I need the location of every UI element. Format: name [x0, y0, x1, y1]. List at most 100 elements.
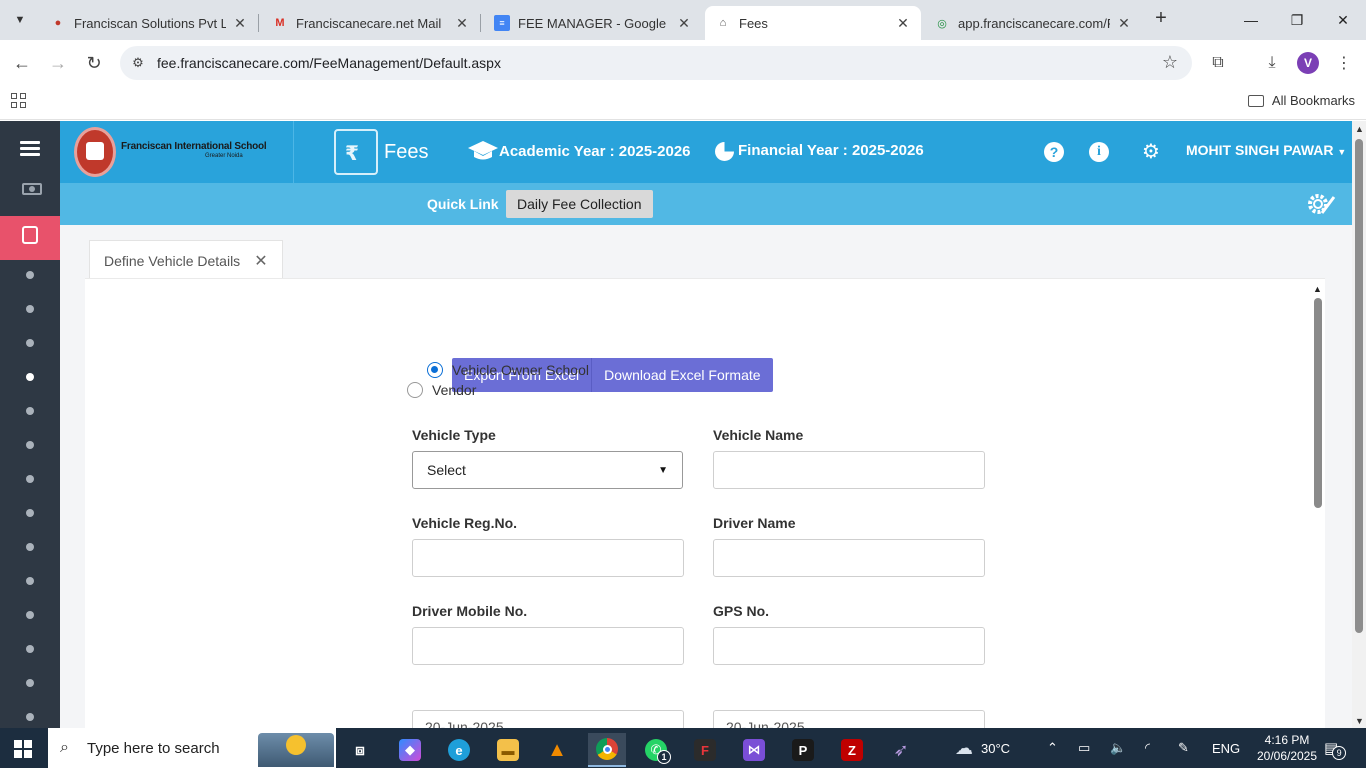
sidebar-submenu-dot[interactable]	[26, 509, 34, 517]
network-icon[interactable]: ◜	[1145, 728, 1150, 768]
tab-close-icon[interactable]: ✕	[1116, 15, 1132, 32]
all-bookmarks-button[interactable]: All Bookmarks	[1247, 93, 1355, 108]
battery-icon[interactable]: ▭	[1078, 728, 1090, 768]
vehicle-name-input[interactable]	[713, 451, 985, 489]
info-icon[interactable]: i	[1089, 142, 1109, 162]
file-explorer-icon[interactable]: ▬	[489, 733, 527, 767]
radio-checked-icon[interactable]	[427, 362, 443, 378]
settings-edit-icon[interactable]	[1306, 191, 1336, 217]
scrollbar-thumb[interactable]	[1355, 139, 1363, 633]
back-arrow-icon[interactable]: ←	[8, 49, 36, 77]
user-menu[interactable]: MOHIT SINGH PAWAR ▼	[1186, 142, 1346, 158]
show-hidden-icons-chevron-icon[interactable]: ⌃	[1047, 728, 1058, 768]
browser-tab-fee-manager-doc[interactable]: ≡ FEE MANAGER - Google Doc ✕	[484, 6, 702, 40]
scroll-up-icon[interactable]: ▲	[1355, 124, 1364, 134]
tab-close-icon[interactable]: ✕	[454, 15, 470, 32]
sidebar-submenu-dot[interactable]	[26, 339, 34, 347]
radio-vehicle-owner-school[interactable]: Vehicle Owner School	[427, 362, 589, 378]
weather-widget[interactable]: ☁ 30°C	[955, 728, 1010, 768]
radio-unchecked-icon[interactable]	[407, 382, 423, 398]
date-from-field[interactable]: 20-Jun-2025	[412, 710, 684, 728]
tab-close-icon[interactable]: ✕	[895, 15, 911, 32]
chrome-icon[interactable]	[588, 733, 626, 767]
scrollbar-thumb[interactable]	[1314, 298, 1322, 508]
sidebar-submenu-dot-active[interactable]	[26, 373, 34, 381]
reload-icon[interactable]: ↻	[80, 49, 108, 77]
foxit-icon[interactable]: F	[686, 733, 724, 767]
download-excel-format-button[interactable]: Download Excel Formate	[592, 358, 773, 392]
vehicle-type-select[interactable]: Select ▼	[412, 451, 683, 489]
extensions-icon[interactable]: ⧉	[1205, 50, 1231, 76]
profile-avatar[interactable]: V	[1297, 52, 1319, 74]
browser-tab-fees[interactable]: ⌂ Fees ✕	[705, 6, 921, 40]
browser-tab-franciscan-solutions[interactable]: ● Franciscan Solutions Pvt Ltd. ✕	[40, 6, 258, 40]
tab-close-icon[interactable]: ✕	[232, 15, 248, 32]
radio-vendor[interactable]: Vendor	[407, 382, 476, 398]
daily-fee-collection-button[interactable]: Daily Fee Collection	[506, 190, 653, 218]
gps-no-input[interactable]	[713, 627, 985, 665]
sidebar-submenu-dot[interactable]	[26, 611, 34, 619]
scroll-down-icon[interactable]: ▼	[1355, 716, 1364, 726]
taskbar-search[interactable]: ⌕ Type here to search	[48, 728, 336, 768]
money-icon[interactable]	[22, 183, 42, 195]
module-title: Fees	[384, 141, 429, 163]
sidebar-submenu-dot[interactable]	[26, 543, 34, 551]
sidebar-submenu-dot[interactable]	[26, 441, 34, 449]
financial-year[interactable]: Financial Year : 2025-2026	[738, 142, 924, 159]
school-logo[interactable]: Franciscan International School Greater …	[60, 121, 294, 183]
sidebar-submenu-dot[interactable]	[26, 713, 34, 721]
volume-icon[interactable]: 🔈	[1110, 728, 1126, 768]
browser-tab-franciscanecare-app[interactable]: ◎ app.franciscanecare.com/Po ✕	[924, 6, 1142, 40]
sidebar-submenu-dot[interactable]	[26, 475, 34, 483]
vlc-icon[interactable]: ▲	[538, 733, 576, 767]
sidebar-submenu-dot[interactable]	[26, 679, 34, 687]
sidebar-item-transport[interactable]	[0, 216, 60, 260]
apps-grid-icon[interactable]	[11, 93, 29, 111]
window-close-icon[interactable]: ✕	[1320, 0, 1366, 40]
tab-define-vehicle-details[interactable]: Define Vehicle Details ✕	[89, 240, 283, 280]
language-indicator[interactable]: ENG	[1212, 728, 1240, 768]
driver-name-input[interactable]	[713, 539, 985, 577]
copilot-icon[interactable]: ◆	[391, 733, 429, 767]
clock[interactable]: 4:16 PM 20/06/2025	[1254, 728, 1320, 768]
scroll-up-icon[interactable]: ▲	[1313, 284, 1322, 294]
tab-search-chevron-icon[interactable]: ▼	[6, 6, 34, 34]
browser-menu-icon[interactable]: ⋮	[1331, 50, 1357, 76]
windows-start-icon[interactable]	[14, 740, 32, 758]
page-tab-close-icon[interactable]: ✕	[254, 251, 267, 271]
visual-studio-icon[interactable]: ⋈	[735, 733, 773, 767]
forward-arrow-icon[interactable]: →	[44, 49, 72, 77]
sidebar-submenu-dot[interactable]	[26, 305, 34, 313]
date-to-field[interactable]: 20-Jun-2025	[713, 710, 985, 728]
sidebar-submenu-dot[interactable]	[26, 407, 34, 415]
sidebar-submenu-dot[interactable]	[26, 645, 34, 653]
help-icon[interactable]: ?	[1044, 142, 1064, 162]
restore-icon[interactable]: ❐	[1274, 0, 1320, 40]
sidebar-submenu-dot[interactable]	[26, 271, 34, 279]
settings-gear-icon[interactable]: ⚙	[1141, 142, 1161, 162]
bookmark-star-icon[interactable]: ☆	[1162, 52, 1178, 73]
address-bar[interactable]: ⚙ fee.franciscanecare.com/FeeManagement/…	[120, 46, 1192, 80]
pen-icon[interactable]: ✎	[1178, 728, 1189, 768]
notifications-icon[interactable]: ▤ 9	[1324, 728, 1347, 768]
hamburger-menu-icon[interactable]	[20, 141, 40, 157]
pdf-app-icon[interactable]: P	[784, 733, 822, 767]
panel-scrollbar[interactable]: ▲	[1311, 280, 1325, 728]
feather-app-icon[interactable]: ➶	[882, 733, 920, 767]
page-scrollbar[interactable]: ▲ ▼	[1352, 121, 1366, 728]
academic-year[interactable]: Academic Year : 2025-2026	[499, 143, 691, 160]
new-tab-button[interactable]: +	[1150, 8, 1172, 30]
whatsapp-icon[interactable]: ✆ 1	[637, 733, 675, 767]
site-settings-icon[interactable]: ⚙	[128, 53, 148, 73]
filezilla-icon[interactable]: Z	[833, 733, 871, 767]
edge-icon[interactable]: e	[440, 733, 478, 767]
vehicle-reg-no-input[interactable]	[412, 539, 684, 577]
minimize-icon[interactable]: —	[1228, 0, 1274, 40]
sidebar-submenu-dot[interactable]	[26, 577, 34, 585]
browser-tab-mail[interactable]: M Franciscanecare.net Mail ✕	[262, 6, 480, 40]
tab-close-icon[interactable]: ✕	[676, 15, 692, 32]
task-view-icon[interactable]: ⧈	[341, 733, 379, 767]
download-icon[interactable]: ⤓	[1259, 50, 1285, 76]
driver-mobile-input[interactable]	[412, 627, 684, 665]
url-text[interactable]: fee.franciscanecare.com/FeeManagement/De…	[157, 55, 501, 71]
